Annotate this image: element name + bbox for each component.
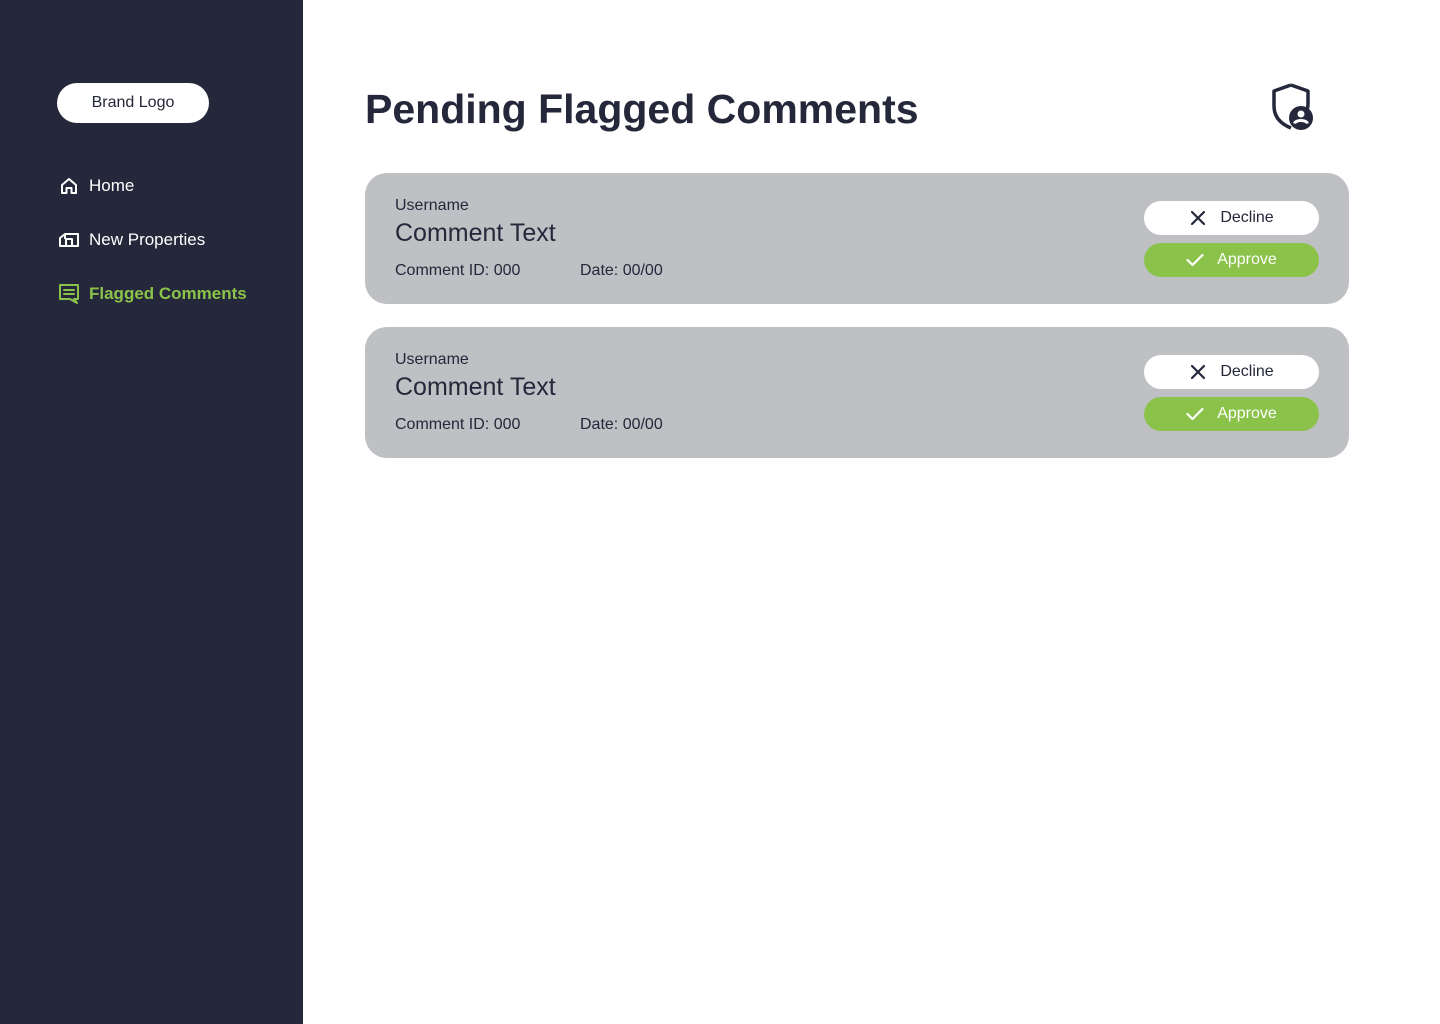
decline-label: Decline: [1220, 363, 1274, 380]
close-icon: [1189, 363, 1207, 381]
property-icon: [58, 229, 80, 251]
home-icon: [58, 175, 80, 197]
page-title: Pending Flagged Comments: [365, 86, 919, 132]
comment-icon: [58, 283, 80, 305]
approve-label: Approve: [1217, 405, 1277, 422]
decline-button[interactable]: Decline: [1144, 201, 1319, 235]
brand-logo[interactable]: Brand Logo: [57, 83, 209, 123]
sidebar-item-label: New Properties: [89, 230, 206, 249]
sidebar-item-home[interactable]: Home: [58, 173, 134, 199]
comment-text: Comment Text: [395, 373, 556, 401]
approve-button[interactable]: Approve: [1144, 243, 1319, 277]
admin-shield-icon[interactable]: [1266, 82, 1316, 132]
comment-date: Date: 00/00: [580, 416, 663, 433]
comment-username: Username: [395, 197, 469, 214]
comment-card: Username Comment Text Comment ID: 000 Da…: [365, 327, 1349, 458]
comment-username: Username: [395, 351, 469, 368]
sidebar: Brand Logo Home New Properties Flagged C…: [0, 0, 303, 1024]
comment-id: Comment ID: 000: [395, 416, 521, 433]
check-icon: [1186, 405, 1204, 423]
approve-label: Approve: [1217, 251, 1277, 268]
comment-date: Date: 00/00: [580, 262, 663, 279]
comment-card: Username Comment Text Comment ID: 000 Da…: [365, 173, 1349, 304]
sidebar-item-label: Home: [89, 176, 135, 195]
decline-button[interactable]: Decline: [1144, 355, 1319, 389]
sidebar-item-flagged-comments[interactable]: Flagged Comments: [58, 281, 247, 307]
decline-label: Decline: [1220, 209, 1274, 226]
sidebar-item-label: Flagged Comments: [89, 284, 247, 303]
sidebar-item-new-properties[interactable]: New Properties: [58, 227, 205, 253]
comment-text: Comment Text: [395, 219, 556, 247]
approve-button[interactable]: Approve: [1144, 397, 1319, 431]
close-icon: [1189, 209, 1207, 227]
comment-id: Comment ID: 000: [395, 262, 521, 279]
check-icon: [1186, 251, 1204, 269]
